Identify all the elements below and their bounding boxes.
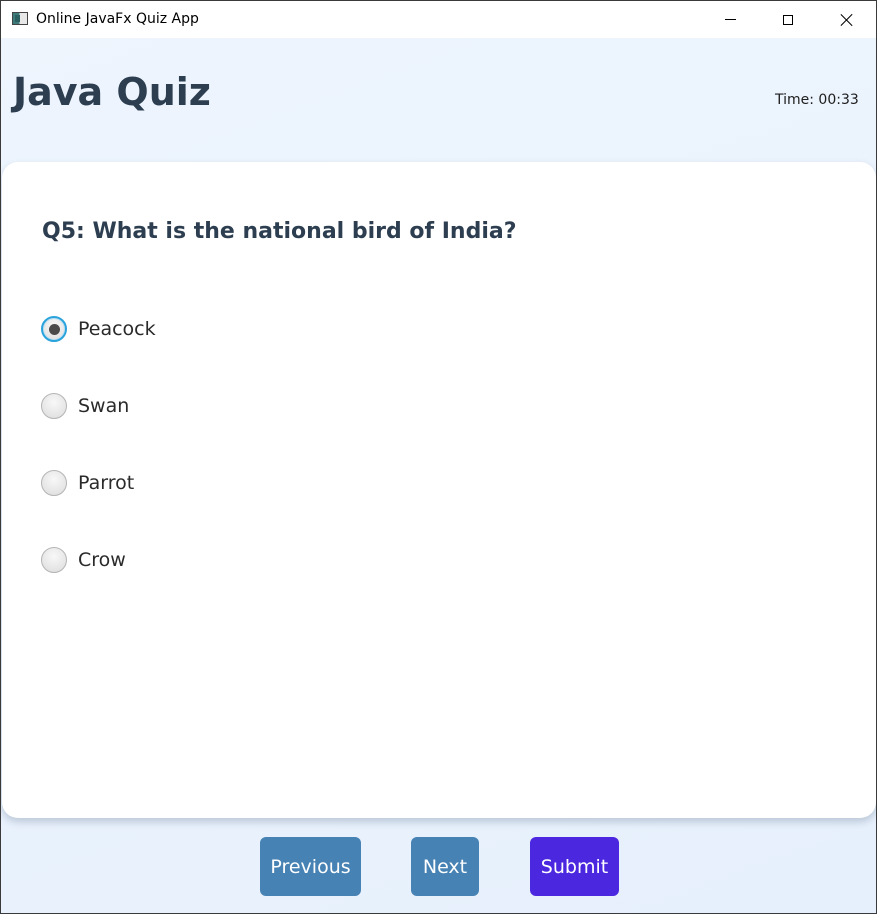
option-label[interactable]: Parrot [78,472,134,494]
option-swan[interactable]: Swan [41,391,129,421]
radio-button[interactable] [41,393,67,419]
previous-button[interactable]: Previous [260,837,361,896]
title-bar[interactable]: Online JavaFx Quiz App [1,1,876,38]
radio-button[interactable] [41,547,67,573]
radio-dot-icon [48,323,60,335]
minimize-button[interactable] [701,1,759,38]
next-button[interactable]: Next [411,837,479,896]
app-window-icon [12,12,28,25]
option-label[interactable]: Crow [78,549,126,571]
question-text: Q5: What is the national bird of India? [42,219,517,244]
app-window: Online JavaFx Quiz App Java Quiz Time: 0… [0,0,877,914]
option-label[interactable]: Peacock [78,318,156,340]
question-card: Q5: What is the national bird of India? … [2,162,876,818]
option-peacock[interactable]: Peacock [41,314,156,344]
radio-button-selected[interactable] [41,316,67,342]
radio-button[interactable] [41,470,67,496]
close-icon [840,13,854,27]
maximize-button[interactable] [759,1,817,38]
option-crow[interactable]: Crow [41,545,126,575]
window-title: Online JavaFx Quiz App [36,11,199,27]
option-parrot[interactable]: Parrot [41,468,134,498]
maximize-icon [783,14,793,25]
page-title: Java Quiz [13,70,211,114]
submit-button[interactable]: Submit [530,837,619,896]
minimize-icon [724,19,736,20]
timer-label: Time: 00:33 [775,92,859,108]
close-button[interactable] [818,1,876,38]
option-label[interactable]: Swan [78,395,129,417]
